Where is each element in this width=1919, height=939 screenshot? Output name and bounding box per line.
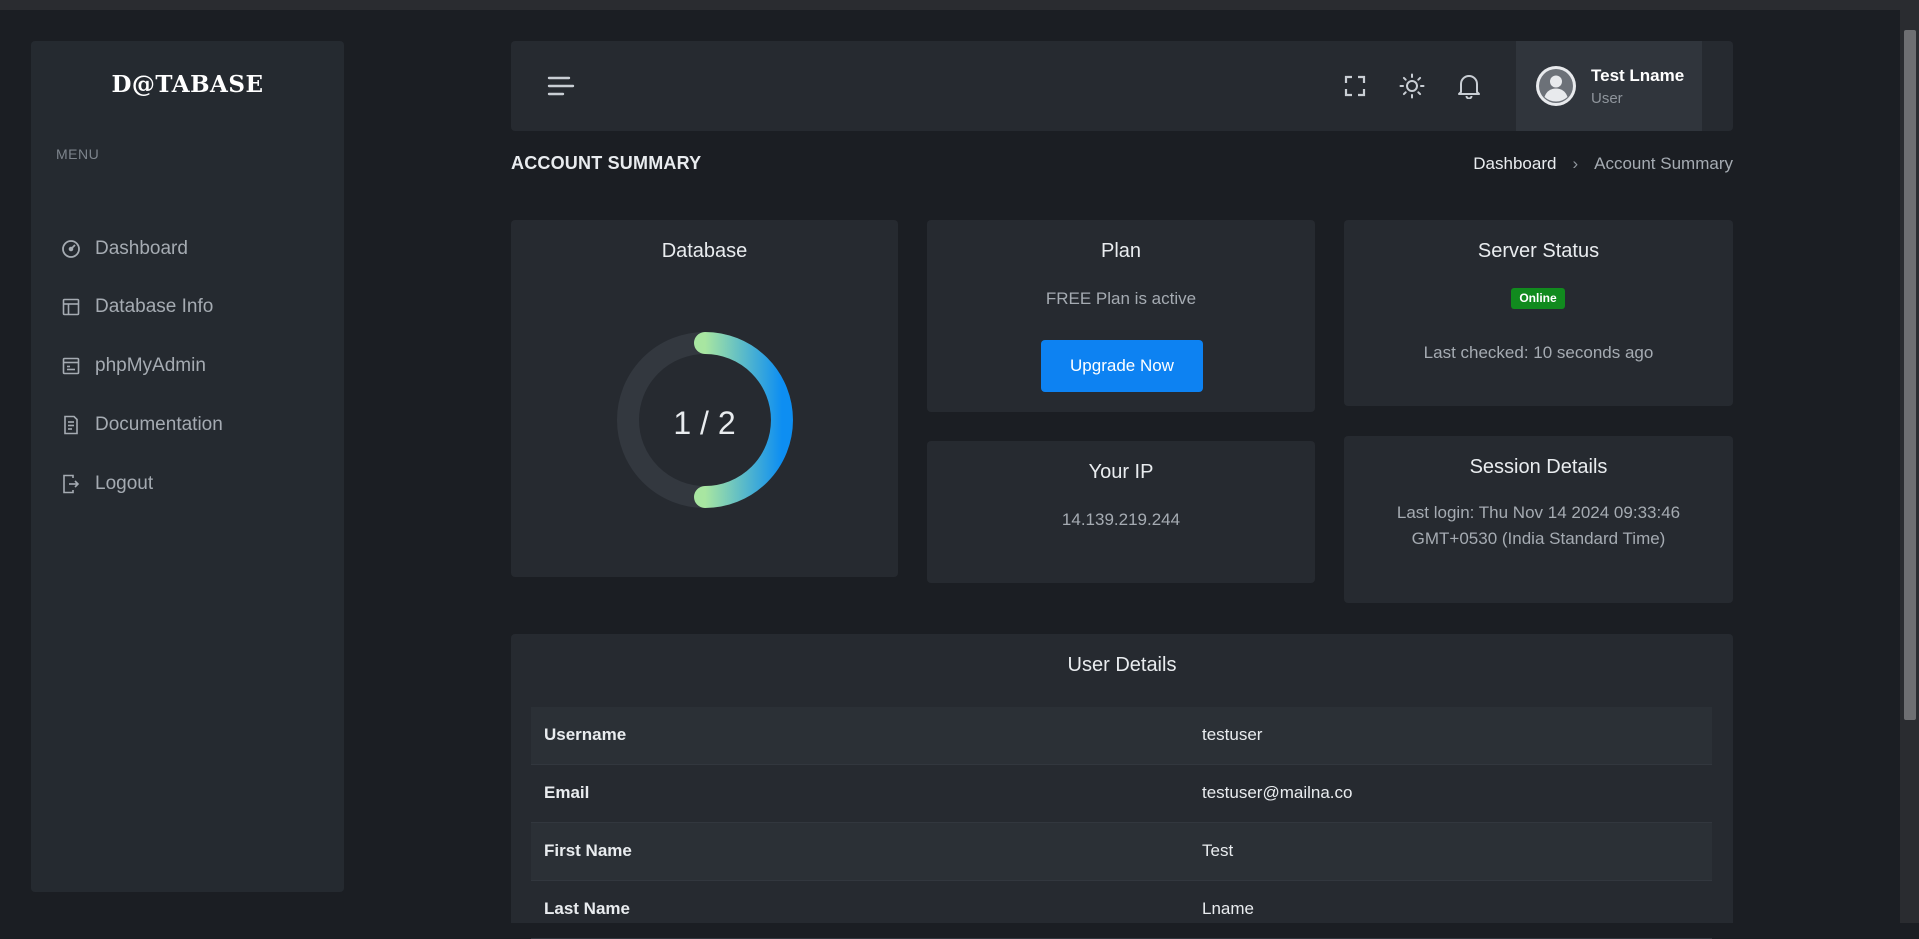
document-icon xyxy=(60,414,82,436)
breadcrumb-current: Account Summary xyxy=(1594,154,1733,173)
bell-icon[interactable] xyxy=(1455,72,1483,100)
plan-card-title: Plan xyxy=(1100,240,1142,262)
status-badge: Online xyxy=(1511,288,1565,309)
row-value: testuser@mailna.co xyxy=(1202,783,1353,802)
menu-section-title: MENU xyxy=(56,146,100,162)
server-status-card: Server Status Online Last checked: 10 se… xyxy=(1344,220,1733,406)
table-row: Username testuser xyxy=(531,707,1712,765)
sidebar-item-logout[interactable]: Logout xyxy=(60,469,153,499)
user-profile-menu[interactable]: Test Lname User xyxy=(1516,41,1702,131)
avatar xyxy=(1536,66,1576,106)
layout-icon xyxy=(60,296,82,318)
row-value: Test xyxy=(1202,841,1234,860)
database-card: Database 1 / 2 xyxy=(511,220,898,577)
sun-icon[interactable] xyxy=(1398,72,1426,100)
sidebar-item-dashboard[interactable]: Dashboard xyxy=(60,234,188,264)
menu-icon[interactable] xyxy=(546,73,576,99)
row-key: Email xyxy=(544,783,590,802)
row-key: Username xyxy=(544,725,627,744)
fullscreen-icon[interactable] xyxy=(1341,72,1369,100)
row-key: First Name xyxy=(544,841,632,860)
last-checked-text: Last checked: 10 seconds ago xyxy=(1423,343,1654,362)
brand-logo[interactable]: D@TABASE xyxy=(31,71,344,98)
page-title: ACCOUNT SUMMARY xyxy=(511,153,702,173)
last-login-line1: Last login: Thu Nov 14 2024 09:33:46 xyxy=(1396,503,1681,522)
sidebar-item-phpmyadmin[interactable]: phpMyAdmin xyxy=(60,351,206,381)
user-role: User xyxy=(1591,90,1623,107)
server-status-title: Server Status xyxy=(1477,240,1600,262)
session-details-title: Session Details xyxy=(1469,456,1608,478)
row-value: Lname xyxy=(1202,899,1254,918)
scrollbar-thumb[interactable] xyxy=(1904,30,1916,720)
sidebar-item-label: Dashboard xyxy=(95,238,188,259)
database-usage-label: 1 / 2 xyxy=(673,405,736,441)
user-details-table: Username testuser Email testuser@mailna.… xyxy=(531,707,1712,939)
dashboard-gauge-icon xyxy=(60,238,82,260)
user-name: Test Lname xyxy=(1591,66,1685,85)
sidebar-item-label: Documentation xyxy=(95,414,223,435)
sidebar-item-documentation[interactable]: Documentation xyxy=(60,410,223,440)
your-ip-title: Your IP xyxy=(1088,461,1154,483)
row-value: testuser xyxy=(1202,725,1263,744)
upgrade-now-button[interactable]: Upgrade Now xyxy=(1041,340,1203,392)
your-ip-card: Your IP 14.139.219.244 xyxy=(927,441,1315,583)
plan-status-text: FREE Plan is active xyxy=(1045,289,1197,308)
table-row: First Name Test xyxy=(531,823,1712,881)
database-card-title: Database xyxy=(661,240,748,262)
plan-card: Plan FREE Plan is active Upgrade Now xyxy=(927,220,1315,412)
user-details-title: User Details xyxy=(1067,654,1177,676)
sidebar: D@TABASE MENU Dashboard Database Info ph… xyxy=(31,41,344,892)
browser-top-strip xyxy=(0,0,1919,10)
breadcrumb: Dashboard › Account Summary xyxy=(1473,154,1733,174)
table-row: Email testuser@mailna.co xyxy=(531,765,1712,823)
session-details-card: Session Details Last login: Thu Nov 14 2… xyxy=(1344,436,1733,603)
page-scrollbar[interactable] xyxy=(1900,10,1919,923)
user-details-card: User Details Username testuser Email tes… xyxy=(511,634,1733,939)
top-header: Test Lname User xyxy=(511,41,1733,131)
last-login-line2: GMT+0530 (India Standard Time) xyxy=(1411,529,1666,548)
ip-address: 14.139.219.244 xyxy=(1061,510,1181,529)
sidebar-item-label: Logout xyxy=(95,473,154,494)
row-key: Last Name xyxy=(544,899,630,918)
breadcrumb-link-dashboard[interactable]: Dashboard xyxy=(1473,154,1556,174)
logout-icon xyxy=(60,473,82,495)
sidebar-item-label: phpMyAdmin xyxy=(95,355,206,376)
browser-window-icon xyxy=(60,355,82,377)
table-row: Last Name Lname xyxy=(531,881,1712,939)
sidebar-item-database-info[interactable]: Database Info xyxy=(60,292,213,322)
breadcrumb-separator: › xyxy=(1572,154,1579,173)
sidebar-item-label: Database Info xyxy=(95,296,214,317)
